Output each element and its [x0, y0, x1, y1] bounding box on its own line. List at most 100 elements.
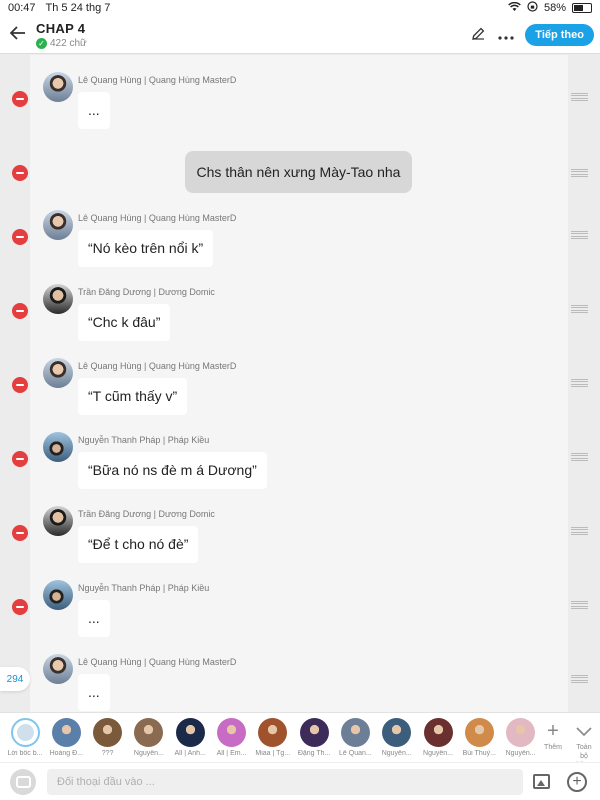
character-name: Nguyễn...: [505, 750, 536, 757]
header: CHAP 4 ✓ 422 chữ Tiếp theo: [0, 16, 600, 54]
character-item[interactable]: Hoàng Đ...: [47, 718, 85, 757]
battery-fill: [574, 5, 584, 11]
battery-icon: [572, 3, 592, 13]
character-avatar: [134, 718, 164, 747]
character-avatar: [299, 718, 329, 747]
sender-name: Lê Quang Hùng | Quang Hùng MasterD: [78, 361, 237, 371]
character-avatar: [382, 718, 412, 747]
drag-handle-icon[interactable]: [571, 675, 588, 683]
plus-icon: +: [547, 720, 559, 742]
avatar[interactable]: [43, 654, 73, 684]
character-name: All | Em...: [216, 750, 247, 757]
more-button[interactable]: [497, 27, 515, 43]
character-name: Nguyễn...: [133, 750, 164, 757]
check-icon: ✓: [36, 37, 47, 49]
avatar[interactable]: [43, 358, 73, 388]
drag-handle-icon[interactable]: [571, 453, 588, 461]
avatar[interactable]: [43, 432, 73, 462]
delete-message-icon[interactable]: [12, 599, 28, 615]
wifi-icon: [508, 1, 521, 15]
delete-message-icon[interactable]: [12, 451, 28, 467]
character-item[interactable]: Đặng Th...: [295, 718, 333, 757]
character-avatar: [464, 718, 494, 747]
character-avatar: [217, 718, 246, 747]
narrator-icon: [10, 718, 40, 747]
battery-percentage: 58%: [543, 2, 566, 14]
edit-button[interactable]: [469, 27, 487, 43]
avatar[interactable]: [43, 580, 73, 610]
delete-message-icon[interactable]: [12, 229, 28, 245]
character-narrator[interactable]: Lời bốc b...: [6, 718, 44, 757]
drag-handle-icon[interactable]: [571, 379, 588, 387]
drag-handle-icon[interactable]: [571, 231, 588, 239]
character-item[interactable]: All | Em...: [213, 718, 251, 757]
character-name: Đặng Th...: [297, 750, 331, 757]
character-name: ???: [101, 750, 114, 757]
message-bubble[interactable]: “Chc k đâu”: [78, 304, 171, 341]
character-item[interactable]: Nguyễn...: [130, 718, 168, 757]
add-character-button[interactable]: + Thêm: [541, 720, 565, 752]
sender-name: Nguyễn Thanh Pháp | Pháp Kiều: [78, 435, 210, 445]
back-button[interactable]: [0, 16, 36, 54]
character-name: Nguyễn...: [381, 750, 412, 757]
status-bar: 00:47 Th 5 24 thg 7 58%: [0, 0, 600, 16]
character-item[interactable]: Nguyễn...: [419, 718, 457, 757]
message-bubble[interactable]: ...: [78, 600, 110, 637]
drag-handle-icon[interactable]: [571, 169, 588, 177]
message-bubble[interactable]: “Nó kèo trên nổi k”: [78, 230, 214, 267]
character-name: Hoàng Đ...: [49, 750, 84, 757]
character-bar: Lời bốc b... Hoàng Đ...??? Nguyễn... All | …: [0, 712, 600, 769]
add-plus-icon[interactable]: +: [567, 772, 587, 792]
character-item[interactable]: Miaa | Tg...: [254, 718, 292, 757]
sender-name: Lê Quang Hùng | Quang Hùng MasterD: [78, 213, 237, 223]
message-bubble[interactable]: ...: [78, 674, 110, 711]
chat-area[interactable]: Lê Quang Hùng | Quang Hùng MasterD... Chs…: [0, 55, 600, 712]
character-item[interactable]: ???: [89, 718, 127, 757]
narration-bubble[interactable]: Chs thân nên xưng Mày-Tao nha: [185, 151, 412, 193]
drag-handle-icon[interactable]: [571, 527, 588, 535]
message-bubble[interactable]: “Để t cho nó đè”: [78, 526, 199, 563]
character-item[interactable]: Nguyễn...: [378, 718, 416, 757]
chat-mode-button[interactable]: [10, 769, 36, 795]
dialogue-input[interactable]: [47, 769, 523, 795]
character-item[interactable]: Nguyễn...: [502, 718, 540, 757]
chapter-title: CHAP 4: [36, 20, 86, 36]
character-name: Lê Quan...: [339, 750, 372, 757]
drag-handle-icon[interactable]: [571, 601, 588, 609]
character-name: Lời bốc b...: [7, 750, 43, 757]
back-arrow-icon: [9, 23, 26, 46]
drag-handle-icon[interactable]: [571, 93, 588, 101]
delete-message-icon[interactable]: [12, 303, 28, 319]
message-bubble[interactable]: “Bữa nó ns đè m á Dương”: [78, 452, 267, 489]
character-item[interactable]: Bùi Thuỳ...: [460, 718, 498, 757]
sender-name: Nguyễn Thanh Pháp | Pháp Kiều: [78, 583, 210, 593]
word-count-label: 422 chữ: [50, 37, 87, 49]
character-item[interactable]: All | Anh...: [171, 718, 209, 757]
character-avatar: [423, 718, 453, 747]
delete-message-icon[interactable]: [12, 525, 28, 541]
message-bubble[interactable]: ...: [78, 92, 110, 129]
delete-message-icon[interactable]: [12, 91, 28, 107]
message-bubble[interactable]: “T cũm thấy v”: [78, 378, 188, 415]
avatar[interactable]: [43, 210, 73, 240]
delete-message-icon[interactable]: [12, 165, 28, 181]
status-time: 00:47: [8, 2, 36, 14]
next-button[interactable]: Tiếp theo: [525, 23, 594, 46]
sender-name: Trần Đăng Dương | Dương Domic: [78, 509, 215, 519]
character-avatar: [340, 718, 370, 747]
delete-message-icon[interactable]: [12, 377, 28, 393]
character-avatar: [175, 718, 205, 747]
image-icon[interactable]: [533, 774, 550, 789]
avatar[interactable]: [43, 72, 73, 102]
character-name: Miaa | Tg...: [255, 750, 291, 757]
input-bar: +: [0, 762, 600, 800]
word-count: ✓ 422 chữ: [36, 37, 87, 49]
avatar[interactable]: [43, 506, 73, 536]
drag-handle-icon[interactable]: [571, 305, 588, 313]
orientation-lock-icon: [527, 1, 538, 15]
character-avatar: [93, 718, 123, 747]
character-item[interactable]: Lê Quan...: [336, 718, 374, 757]
avatar[interactable]: [43, 284, 73, 314]
sender-name: Trần Đăng Dương | Dương Domic: [78, 287, 215, 297]
message-count-badge[interactable]: 294: [0, 667, 30, 691]
